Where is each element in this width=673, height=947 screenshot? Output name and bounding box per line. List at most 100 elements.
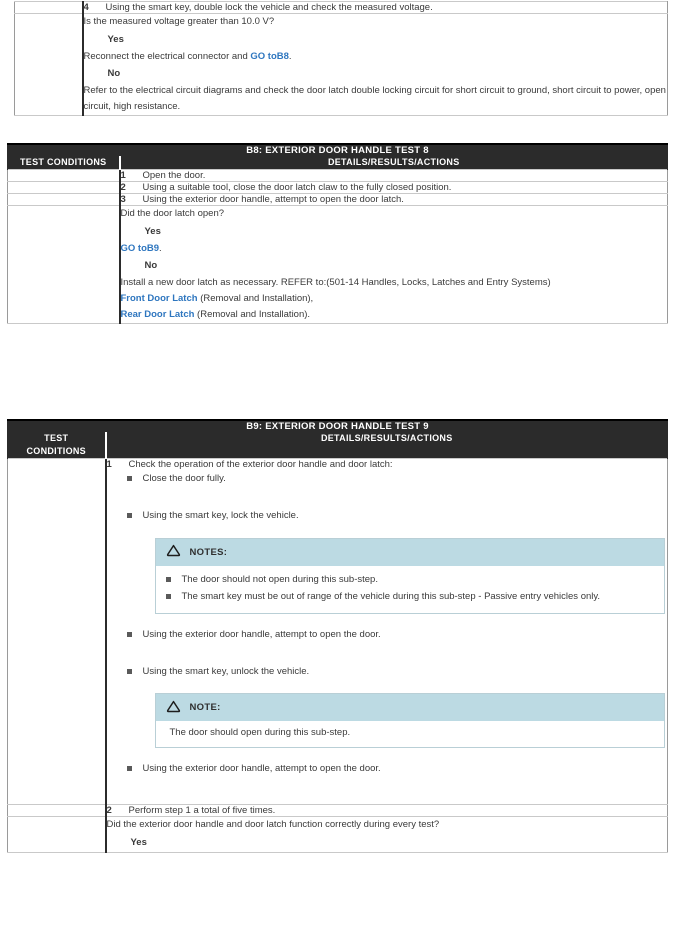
- list-item-text: Using the exterior door handle, attempt …: [142, 762, 381, 774]
- step-text: Using the exterior door handle, attempt …: [142, 194, 404, 206]
- test-conditions-cell: [7, 816, 107, 854]
- details-cell: 4 Using the smart key, double lock the v…: [82, 1, 668, 14]
- list-item: Using the smart key, lock the vehicle.: [126, 509, 668, 524]
- list-item: Using the exterior door handle, attempt …: [126, 762, 668, 777]
- service-procedure-page: 4 Using the smart key, double lock the v…: [0, 0, 673, 947]
- list-item: Using the exterior door handle, attempt …: [126, 628, 668, 643]
- answer-no-label: No: [107, 67, 121, 79]
- table-row: 1 Open the door.: [7, 169, 668, 183]
- list-item-text: Using the smart key, unlock the vehicle.: [142, 665, 310, 677]
- notes-callout-header: NOTES:: [155, 538, 664, 566]
- decision-question: Did the exterior door handle and door la…: [106, 819, 440, 831]
- step-text: Perform step 1 a total of five times.: [128, 805, 276, 817]
- rear-door-latch-tail: (Removal and Installation).: [194, 309, 311, 321]
- b8-section-title: B8: EXTERIOR DOOR HANDLE TEST 8: [7, 143, 668, 156]
- square-bullet-icon: [126, 665, 143, 674]
- step-number: 1: [106, 459, 112, 471]
- procedure-step: 1 Open the door.: [121, 170, 668, 181]
- goto-b8-link[interactable]: GO toB8: [250, 51, 289, 62]
- yes-action-period: .: [159, 242, 162, 254]
- answer-yes-label: Yes: [107, 33, 124, 45]
- list-item: Using the smart key, unlock the vehicle.: [126, 665, 668, 680]
- answer-yes-label: Yes: [144, 225, 161, 237]
- square-bullet-icon: [126, 628, 143, 637]
- reference-rear-door-latch: Rear Door Latch (Removal and Installatio…: [121, 307, 668, 323]
- details-cell: 2 Using a suitable tool, close the door …: [119, 181, 668, 195]
- table-row: 2 Perform step 1 a total of five times.: [7, 804, 668, 818]
- front-door-latch-link[interactable]: Front Door Latch: [121, 293, 198, 304]
- answer-no-action: Refer to the electrical circuit diagrams…: [83, 84, 666, 112]
- b9-column-header-row: TEST CONDITIONS DETAILS/RESULTS/ACTIONS: [7, 432, 668, 459]
- test-conditions-cell: [7, 169, 121, 183]
- step1-sublist: Close the door fully. Using the smart ke…: [126, 472, 668, 804]
- decision-question: Is the measured voltage greater than 10.…: [83, 16, 275, 27]
- b8-banner-row: B8: EXTERIOR DOOR HANDLE TEST 8: [7, 143, 668, 156]
- decision-cell: Is the measured voltage greater than 10.…: [82, 12, 668, 117]
- step-number: 2: [106, 805, 112, 817]
- step-number: 1: [120, 170, 126, 182]
- note-callout-header: NOTE:: [155, 694, 664, 722]
- procedure-step: 4 Using the smart key, double lock the v…: [84, 2, 668, 13]
- test-conditions-cell: [7, 804, 107, 818]
- b8-col-details: DETAILS/RESULTS/ACTIONS: [119, 156, 668, 170]
- continuation-table: 4 Using the smart key, double lock the v…: [14, 1, 668, 117]
- list-item: Close the door fully.: [126, 472, 668, 487]
- test-conditions-cell: [14, 1, 84, 14]
- details-cell: 1 Open the door.: [119, 169, 668, 183]
- b9-col-test-conditions: TEST CONDITIONS: [7, 432, 107, 459]
- notes-callout-title: NOTES:: [189, 546, 228, 558]
- goto-b9-link[interactable]: GO toB9: [121, 243, 160, 254]
- answer-yes-action: Reconnect the electrical connector and G…: [84, 49, 668, 65]
- procedure-step: 3 Using the exterior door handle, attemp…: [121, 194, 668, 205]
- list-item-text: Close the door fully.: [142, 473, 226, 485]
- details-cell: 1 Check the operation of the exterior do…: [105, 458, 668, 806]
- b8-table: B8: EXTERIOR DOOR HANDLE TEST 8 TEST CON…: [7, 143, 668, 325]
- b8-column-header-row: TEST CONDITIONS DETAILS/RESULTS/ACTIONS: [7, 156, 668, 170]
- test-conditions-cell: [7, 181, 121, 195]
- procedure-step: 1 Check the operation of the exterior do…: [107, 459, 668, 470]
- list-item-text: Using the smart key, lock the vehicle.: [142, 509, 299, 521]
- step-text: Using a suitable tool, close the door la…: [142, 182, 452, 194]
- b9-banner-row: B9: EXTERIOR DOOR HANDLE TEST 9: [7, 419, 668, 432]
- yes-action-period: .: [288, 50, 292, 62]
- procedure-step: 2 Using a suitable tool, close the door …: [121, 182, 668, 193]
- note-callout: NOTE: The door should open during this s…: [154, 693, 665, 748]
- notes-callout-body: The door should not open during this sub…: [155, 565, 664, 613]
- decision-cell: Did the exterior door handle and door la…: [105, 816, 668, 854]
- answer-no-action: Install a new door latch as necessary. R…: [120, 276, 551, 288]
- yes-action-text: Reconnect the electrical connector and: [83, 50, 251, 62]
- step-number: 4: [83, 2, 89, 13]
- list-item-text: The smart key must be out of range of th…: [181, 591, 601, 603]
- table-row: Did the door latch open? Yes GO toB9. No…: [7, 205, 668, 325]
- b9-section-title: B9: EXTERIOR DOOR HANDLE TEST 9: [7, 419, 668, 432]
- table-row: Did the exterior door handle and door la…: [7, 816, 668, 854]
- list-item-text: The door should not open during this sub…: [181, 573, 378, 585]
- b8-col-test-conditions: TEST CONDITIONS: [7, 156, 121, 170]
- list-item-text: Using the exterior door handle, attempt …: [142, 628, 381, 640]
- test-conditions-cell: [7, 458, 107, 806]
- test-conditions-cell: [7, 193, 121, 207]
- answer-yes-action: GO toB9.: [121, 241, 668, 257]
- test-conditions-cell: [7, 205, 121, 325]
- decision-cell: Did the door latch open? Yes GO toB9. No…: [119, 205, 668, 325]
- list-item: The door should not open during this sub…: [165, 573, 654, 588]
- notes-callout: NOTES: The door should not open during t…: [154, 537, 665, 614]
- b9-col-test-conditions-line2: CONDITIONS: [26, 446, 86, 457]
- rear-door-latch-link[interactable]: Rear Door Latch: [121, 309, 195, 320]
- step-text: Using the smart key, double lock the veh…: [105, 2, 433, 13]
- front-door-latch-tail: (Removal and Installation),: [197, 293, 314, 305]
- square-bullet-icon: [126, 472, 143, 482]
- table-row: 1 Check the operation of the exterior do…: [7, 458, 668, 806]
- warning-triangle-icon: [166, 700, 181, 716]
- table-row: 2 Using a suitable tool, close the door …: [7, 181, 668, 195]
- step-number: 3: [120, 194, 126, 206]
- test-conditions-cell: [14, 12, 84, 117]
- table-row: 3 Using the exterior door handle, attemp…: [7, 193, 668, 207]
- list-item: The smart key must be out of range of th…: [165, 590, 654, 605]
- b9-col-details: DETAILS/RESULTS/ACTIONS: [105, 432, 668, 459]
- step-number: 2: [120, 182, 126, 194]
- note-callout-title: NOTE:: [189, 702, 221, 714]
